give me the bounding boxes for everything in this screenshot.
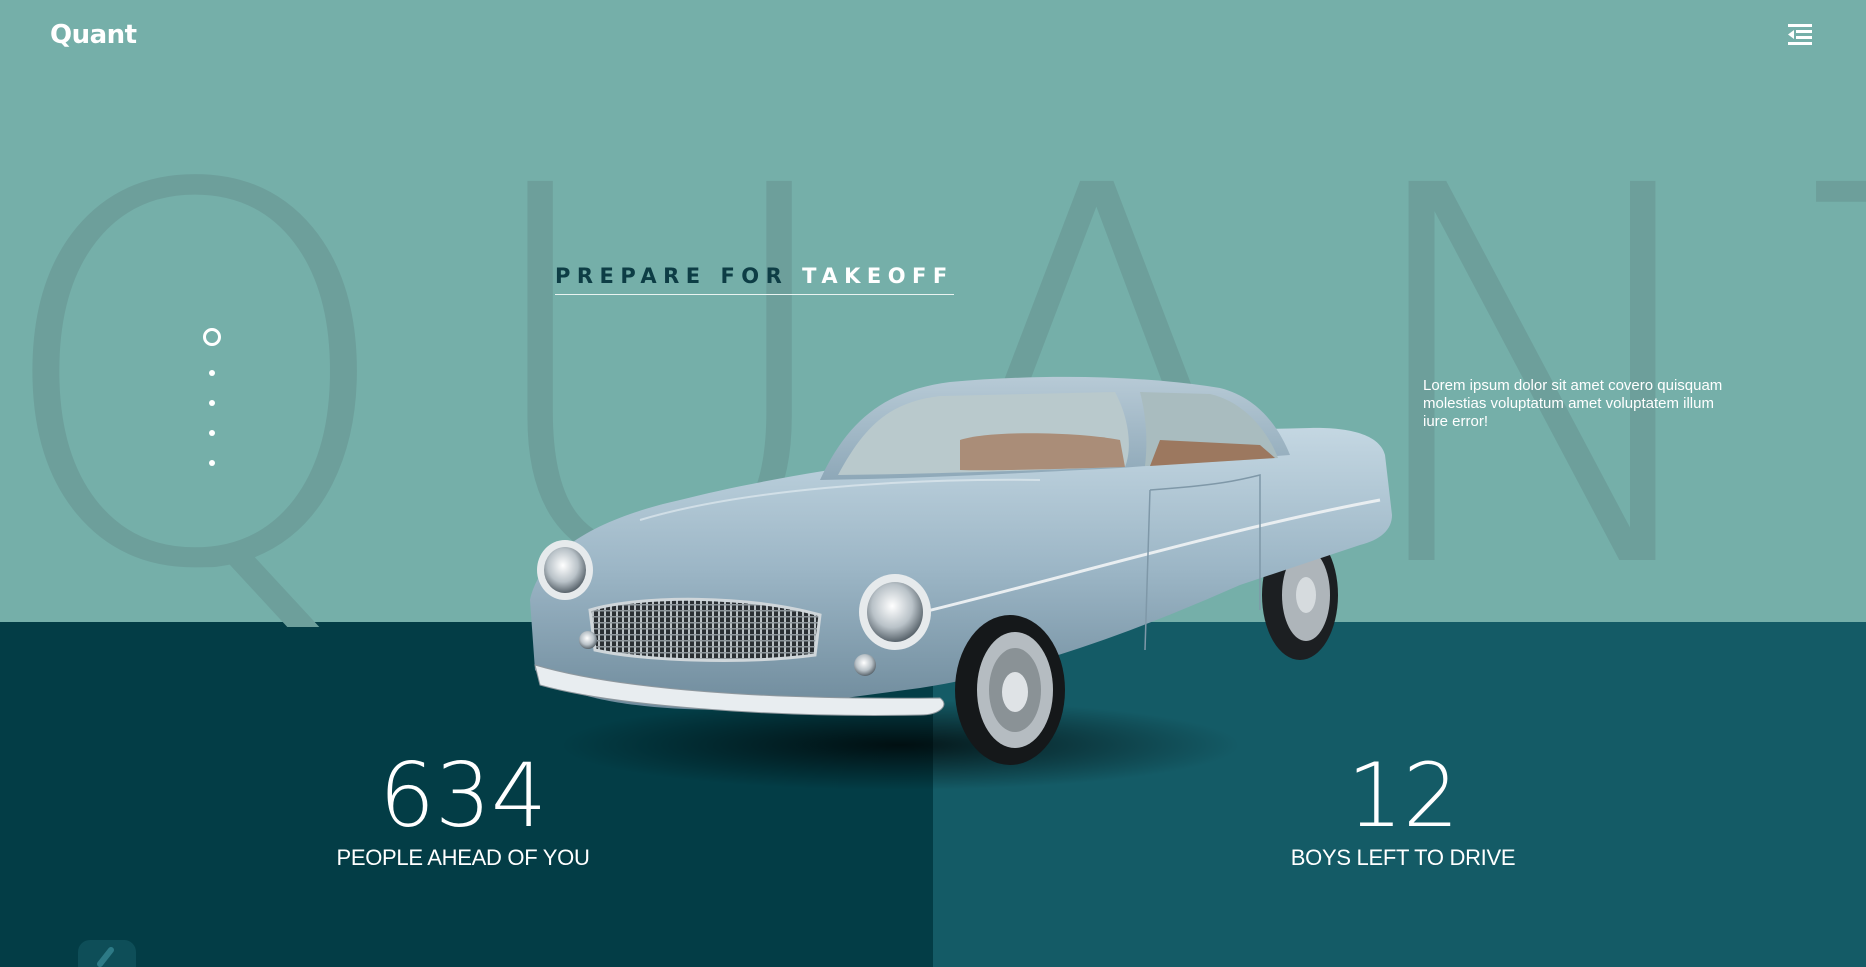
slider-dot[interactable] (209, 460, 215, 466)
tagline: PREPARE FOR TAKEOFF (555, 264, 954, 295)
slider-dot-active[interactable] (203, 328, 221, 346)
slider-dot[interactable] (209, 400, 215, 406)
chevron-left-icon (97, 947, 114, 967)
page: QUANT Quant PREPARE FOR TAKEOFF Lorem ip… (0, 0, 1866, 967)
stat-value-boys: 12 (1347, 744, 1459, 847)
tagline-dark: PREPARE FOR (555, 264, 789, 288)
back-button[interactable] (78, 940, 136, 967)
classic-car-image (520, 370, 1400, 810)
stat-value-people: 634 (379, 744, 547, 847)
hero-description: Lorem ipsum dolor sit amet covero quisqu… (1423, 377, 1723, 430)
logo[interactable]: Quant (50, 20, 137, 50)
slider-dot[interactable] (209, 430, 215, 436)
menu-icon[interactable] (1788, 24, 1812, 46)
tagline-light: TAKEOFF (802, 264, 954, 288)
slider-dot[interactable] (209, 370, 215, 376)
slider-dots (198, 325, 226, 470)
stat-label-boys: BOYS LEFT TO DRIVE (1290, 845, 1516, 870)
stat-label-people: PEOPLE AHEAD OF YOU (336, 845, 590, 870)
